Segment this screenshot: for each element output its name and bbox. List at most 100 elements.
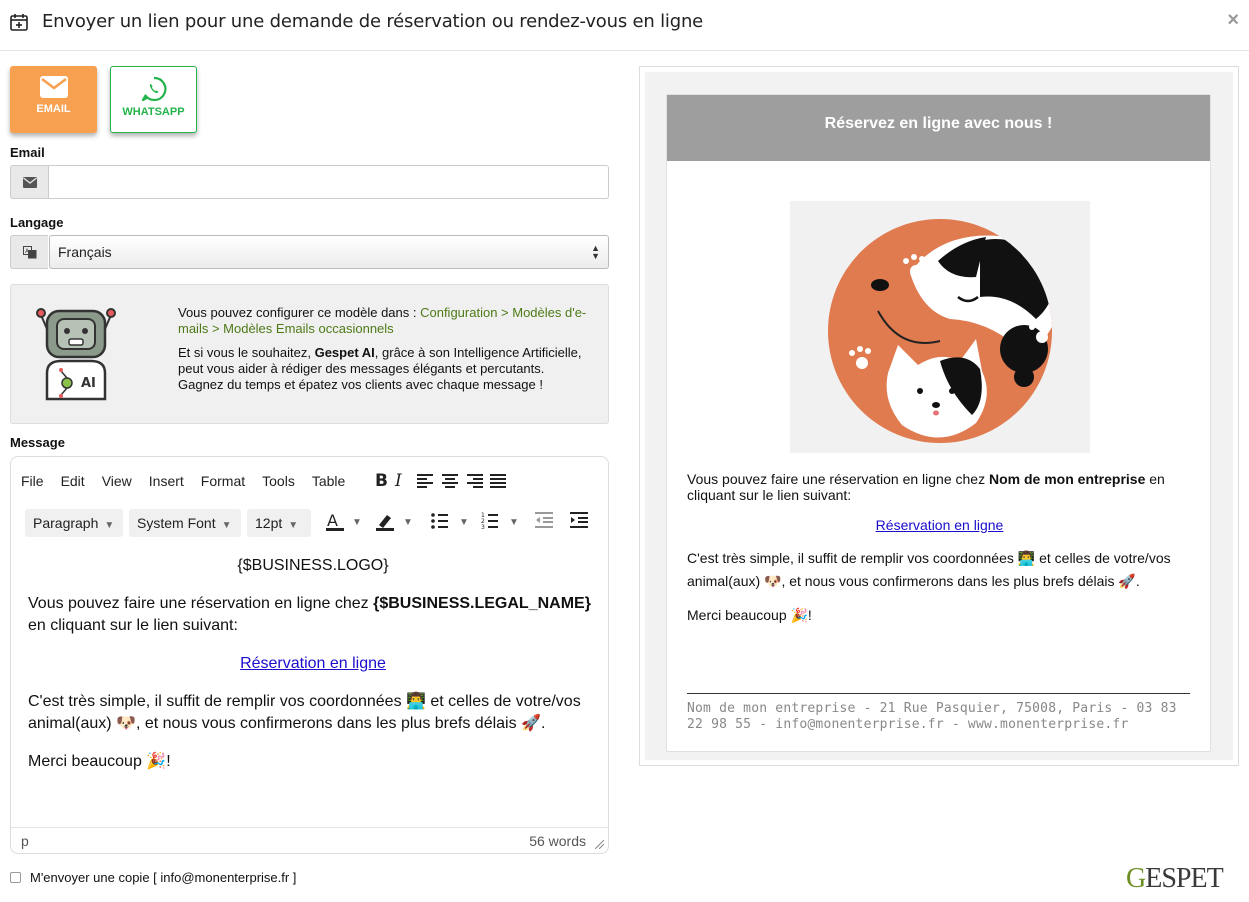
editor-menubar: File Edit View Insert Format Tools Table [21,473,362,489]
translate-addon: A [10,235,48,269]
indent-button[interactable] [570,512,588,533]
text-color-button[interactable]: A ▼ [325,511,365,537]
highlight-color-button[interactable]: ▼ [375,512,417,537]
editor-paragraph-thanks: Merci beaucoup 🎉! [28,753,171,770]
business-name-variable: {$BUSINESS.LEGAL_NAME} [373,595,591,612]
preview-paragraph-intro: Vous pouvez faire une réservation en lig… [687,471,1192,503]
align-justify-button[interactable] [490,474,506,493]
outdent-button[interactable] [535,512,553,533]
editor-intro-text: Vous pouvez faire une réservation en lig… [28,595,374,612]
svg-text:▼: ▼ [403,517,413,528]
menu-file[interactable]: File [21,473,44,489]
svg-text:B: B [375,471,388,489]
business-logo-image [790,201,1090,453]
italic-button[interactable]: I [393,471,405,494]
bold-icon: B [375,471,388,491]
whatsapp-channel-button[interactable]: WHATSAPP [110,66,197,133]
menu-tools[interactable]: Tools [262,473,295,489]
email-label: Email [10,145,45,160]
editor-paragraph-instructions: C'est très simple, il suffit de remplir … [28,693,581,732]
pet-logo-icon [828,219,1052,443]
ai-robot-icon: AI [36,308,116,401]
word-count[interactable]: 56 words [529,833,586,849]
preview-intro-text: Vous pouvez faire une réservation en lig… [687,471,989,487]
email-channel-button[interactable]: EMAIL [10,66,97,133]
preview-business-name: Nom de mon entreprise [988,471,1146,487]
chevron-down-icon: ▼ [221,520,232,531]
send-copy-row: M'envoyer une copie [ info@monenterprise… [10,870,296,885]
svg-text:AI: AI [81,376,96,391]
indent-icon [570,512,588,528]
element-path[interactable]: p [21,833,29,849]
preview-paragraph-thanks: Merci beaucoup 🎉! [687,607,812,623]
text-color-icon: A ▼ [326,511,362,531]
menu-insert[interactable]: Insert [149,473,184,489]
whatsapp-icon [141,76,166,102]
menu-format[interactable]: Format [201,473,245,489]
font-size-value: 12pt [255,515,283,531]
svg-text:A: A [327,512,338,530]
info-ai-prefix: Et si vous le souhaitez, [178,345,315,360]
gespet-logo-initial: G [1126,863,1146,894]
svg-text:3: 3 [481,524,485,530]
logo-placeholder: {$BUSINESS.LOGO} [237,557,389,574]
email-footer-divider [687,693,1190,694]
modal-header: Envoyer un lien pour une demande de rése… [0,0,1249,51]
bullet-list-icon: ▼ [431,513,469,529]
align-left-icon [417,474,433,488]
align-right-icon [467,474,483,488]
editor-statusbar: p 56 words [11,827,608,853]
language-select[interactable]: Français ▲ ▼ [49,235,609,269]
align-center-button[interactable] [442,474,458,493]
gespet-logo-rest: ESPET [1145,863,1223,894]
menu-view[interactable]: View [102,473,132,489]
align-justify-icon [490,474,506,488]
block-format-select[interactable]: Paragraph ▼ [25,509,123,537]
bullet-list-button[interactable]: ▼ [431,512,473,535]
svg-text:▼: ▼ [459,517,469,528]
info-config-paragraph: Vous pouvez configurer ce modèle dans : … [178,305,598,337]
email-preview-body: Vous pouvez faire une réservation en lig… [687,471,1192,637]
gespet-logo: GESPET [1126,863,1224,895]
resize-handle-icon[interactable] [595,840,604,849]
menu-edit[interactable]: Edit [61,473,85,489]
modal-title: Envoyer un lien pour une demande de rése… [42,11,704,32]
italic-icon: I [394,471,402,491]
svg-text:▼: ▼ [352,517,362,528]
email-channel-label: EMAIL [36,103,71,115]
email-input[interactable] [48,165,609,199]
font-family-select[interactable]: System Font ▼ [129,509,241,537]
info-ai-paragraph: Et si vous le souhaitez, Gespet AI, grâc… [178,345,598,393]
send-copy-checkbox[interactable] [10,872,21,883]
language-select-value: Français [58,244,112,260]
editor-booking-link[interactable]: Réservation en ligne [240,655,386,672]
ai-info-box: AI Vous pouvez configurer ce modèle dans… [10,284,609,424]
message-editor: File Edit View Insert Format Tools Table… [10,456,609,854]
email-preview-card: Réservez en ligne avec nous ! Vous pouve… [666,94,1211,752]
email-preview-footer: Nom de mon entreprise - 21 Rue Pasquier,… [687,701,1177,732]
preview-link-paragraph: Réservation en ligne [687,517,1192,533]
numbered-list-icon: 123 ▼ [481,512,519,531]
svg-text:I: I [394,471,402,489]
menu-table[interactable]: Table [312,473,345,489]
message-label: Message [10,435,65,450]
envelope-addon [10,165,48,199]
bold-button[interactable]: B [374,471,388,494]
font-size-select[interactable]: 12pt ▼ [247,509,311,537]
preview-booking-link[interactable]: Réservation en ligne [876,517,1004,533]
send-copy-label[interactable]: M'envoyer une copie [ info@monenterprise… [30,870,296,885]
highlight-icon: ▼ [376,515,413,531]
translate-icon: A [22,245,36,258]
info-text: Vous pouvez configurer ce modèle dans : … [178,305,598,401]
align-left-button[interactable] [417,474,433,493]
editor-content[interactable]: {$BUSINESS.LOGO} Vous pouvez faire une r… [28,555,598,789]
language-label: Langage [10,215,64,230]
align-right-button[interactable] [467,474,483,493]
align-center-icon [442,474,458,488]
close-button[interactable]: × [1227,9,1239,32]
email-preview-header: Réservez en ligne avec nous ! [667,95,1210,161]
calendar-plus-icon [10,14,28,31]
numbered-list-button[interactable]: 123 ▼ [481,512,523,535]
whatsapp-channel-label: WHATSAPP [122,106,185,118]
svg-text:▼: ▼ [509,517,519,528]
